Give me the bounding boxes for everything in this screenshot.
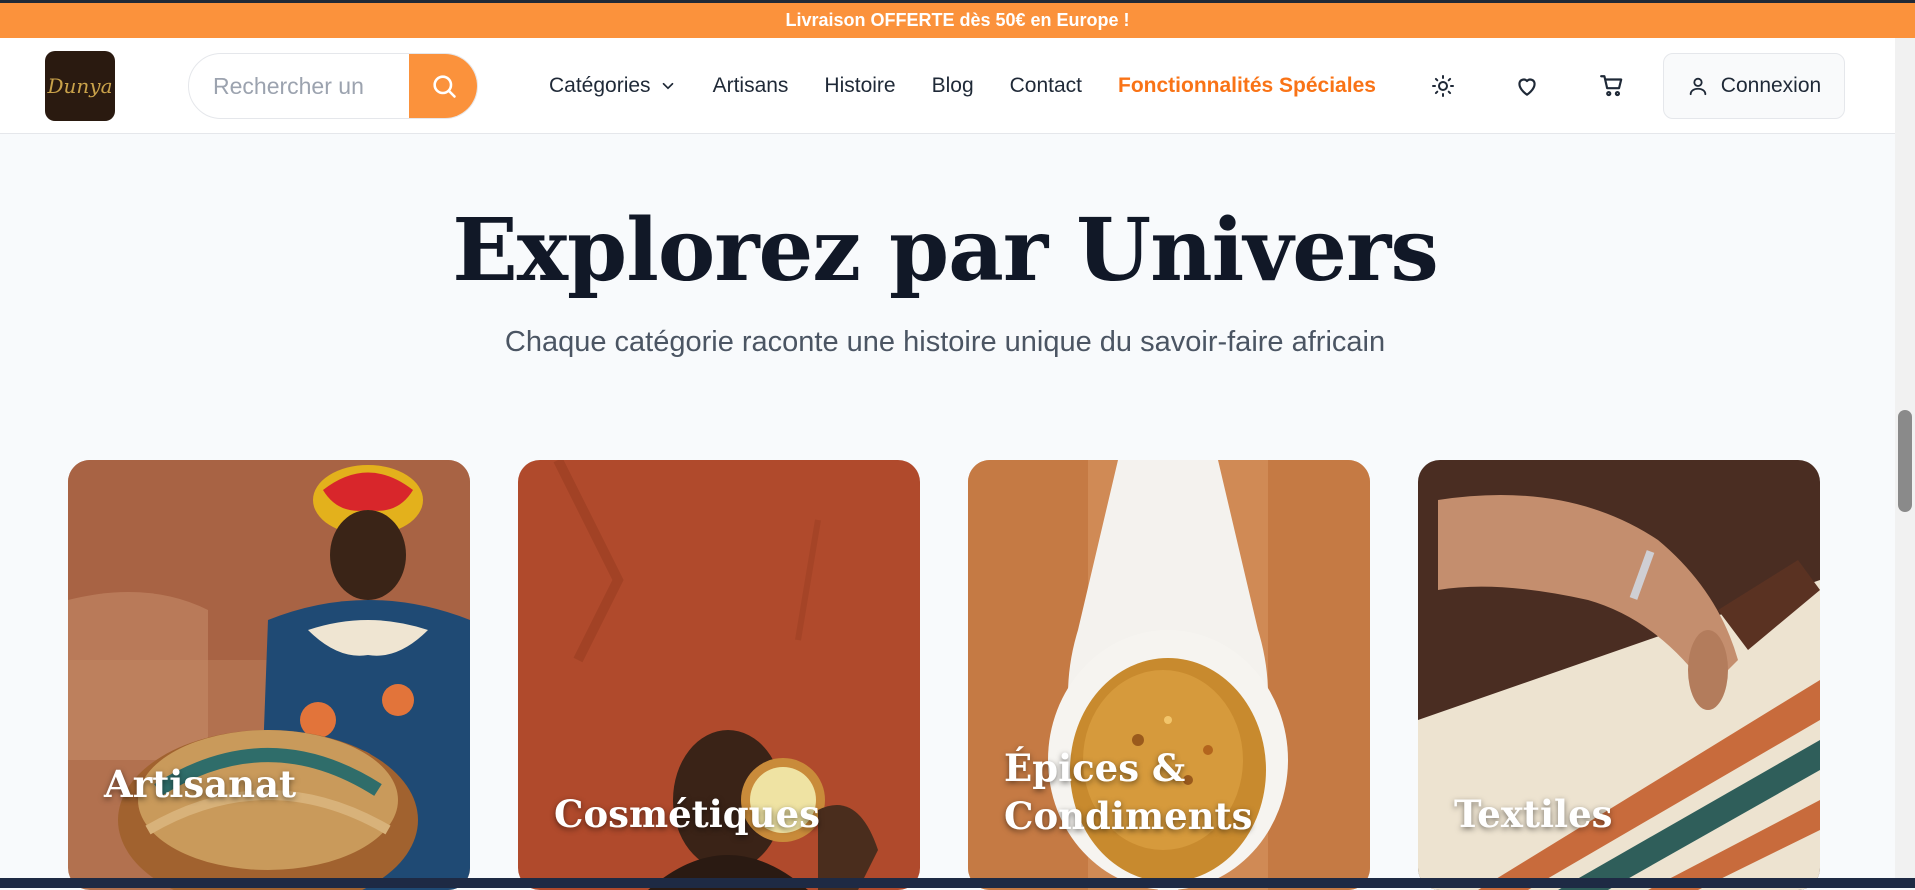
section-subtitle: Chaque catégorie raconte une histoire un…: [504, 326, 1386, 358]
nav-histoire[interactable]: Histoire: [824, 74, 895, 98]
search-bar: [188, 53, 478, 119]
logo-text: Dunya: [47, 74, 113, 98]
nav-contact[interactable]: Contact: [1010, 74, 1082, 98]
nav-artisans[interactable]: Artisans: [713, 74, 789, 98]
nav-special-features[interactable]: Fonctionnalités Spéciales: [1118, 74, 1376, 98]
category-card-cosmetiques[interactable]: Cosmétiques: [518, 460, 920, 890]
os-taskbar: [0, 878, 1915, 888]
category-card-epices[interactable]: Épices & Condiments: [968, 460, 1370, 890]
category-label-textiles: Textiles: [1454, 792, 1613, 836]
wishlist-button[interactable]: [1507, 66, 1547, 106]
heart-icon: [1518, 78, 1536, 96]
category-label-epices-line1: Épices &: [1004, 746, 1186, 790]
scrollbar-thumb[interactable]: [1898, 410, 1912, 512]
category-label-epices: Épices & Condiments: [1004, 744, 1252, 840]
search-button[interactable]: [409, 54, 477, 118]
theme-toggle[interactable]: [1423, 66, 1463, 106]
section-title: Explorez par Univers: [452, 200, 1439, 301]
category-card-textiles[interactable]: Textiles: [1418, 460, 1820, 890]
cart-icon: [1600, 75, 1623, 97]
category-label-artisanat: Artisanat: [104, 762, 297, 806]
artisanat-image: [68, 460, 470, 890]
search-input[interactable]: [189, 54, 409, 118]
category-label-epices-line2: Condiments: [1004, 794, 1253, 838]
chevron-down-icon: [662, 82, 673, 90]
nav-categories-label: Catégories: [549, 74, 651, 97]
category-label-cosmetiques: Cosmétiques: [554, 792, 820, 836]
nav-categories[interactable]: Catégories: [549, 74, 677, 98]
category-card-artisanat[interactable]: Artisanat: [68, 460, 470, 890]
login-label: Connexion: [1720, 74, 1822, 97]
promo-banner: Livraison OFFERTE dès 50€ en Europe !: [0, 0, 1915, 38]
promo-text: Livraison OFFERTE dès 50€ en Europe !: [785, 10, 1130, 30]
user-icon: [1689, 77, 1707, 96]
site-logo[interactable]: Dunya: [45, 51, 115, 121]
nav-blog[interactable]: Blog: [932, 74, 974, 98]
login-button[interactable]: Connexion: [1663, 53, 1845, 119]
sun-icon: [1432, 75, 1454, 97]
cart-button[interactable]: [1592, 66, 1632, 106]
site-header: Dunya Catégories Artisans Histoire Blog …: [0, 38, 1895, 134]
main-nav: Catégories Artisans Histoire Blog Contac…: [549, 38, 1398, 134]
search-icon: [433, 75, 456, 98]
